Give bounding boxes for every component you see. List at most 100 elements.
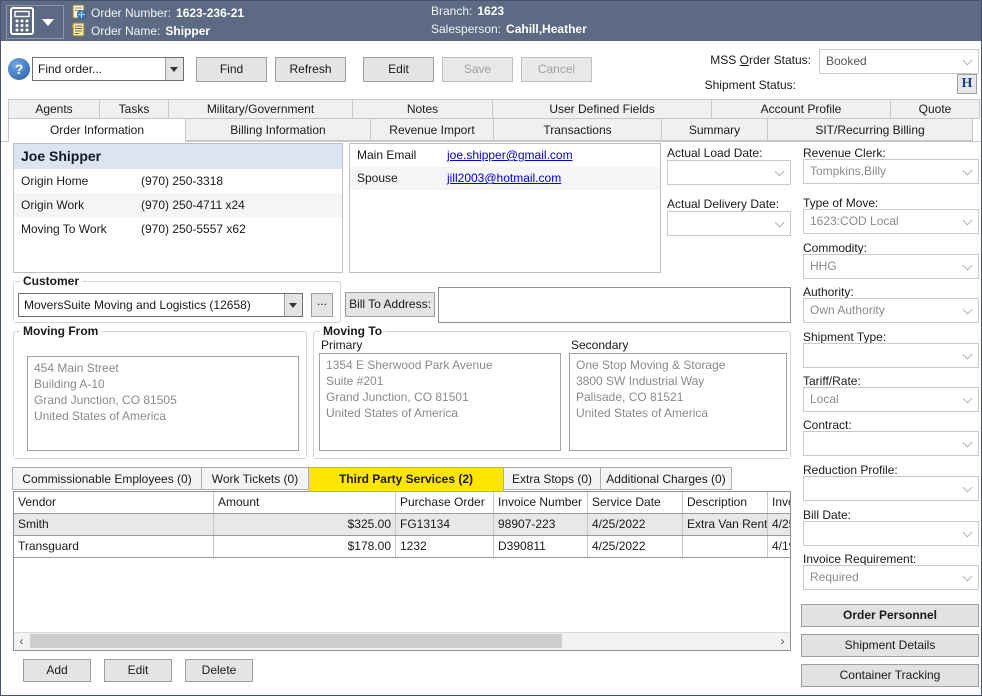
tab-agents[interactable]: Agents — [8, 99, 100, 119]
cell-amount: $178.00 — [214, 536, 396, 557]
cell-service-date: 4/25/2022 — [588, 514, 683, 535]
customer-legend: Customer — [20, 274, 82, 288]
tab-additional-charges[interactable]: Additional Charges (0) — [600, 467, 732, 490]
chevron-down-icon — [963, 483, 973, 493]
column-header-vendor[interactable]: Vendor — [14, 492, 214, 513]
detail-tab-strip: Commissionable Employees (0) Work Ticket… — [13, 467, 732, 492]
order-name-icon — [71, 22, 86, 40]
tab-quote[interactable]: Quote — [890, 99, 980, 119]
find-button[interactable]: Find — [196, 57, 267, 82]
address-line: Suite #201 — [326, 373, 554, 389]
order-personnel-button[interactable]: Order Personnel — [801, 604, 979, 627]
scrollbar-thumb[interactable] — [30, 634, 562, 648]
cell-vendor: Transguard — [14, 536, 214, 557]
shipment-status-history-button[interactable]: H — [957, 74, 977, 94]
shipment-details-button[interactable]: Shipment Details — [801, 634, 979, 657]
revenue-clerk-select[interactable]: Tompkins,Billy — [803, 159, 979, 184]
tab-tasks[interactable]: Tasks — [99, 99, 169, 119]
column-header-purchase-order[interactable]: Purchase Order — [396, 492, 494, 513]
commodity-select[interactable]: HHG — [803, 254, 979, 279]
email-link[interactable]: joe.shipper@gmail.com — [447, 144, 573, 167]
column-header-description[interactable]: Description — [683, 492, 768, 513]
tab-commissionable-employees[interactable]: Commissionable Employees (0) — [12, 467, 202, 490]
customer-combobox[interactable]: MoversSuite Moving and Logistics (12658) — [18, 293, 303, 317]
actual-delivery-date-select[interactable] — [667, 211, 791, 236]
moving-to-primary-address-box[interactable]: 1354 E Sherwood Park Avenue Suite #201 G… — [319, 353, 561, 451]
refresh-button[interactable]: Refresh — [275, 57, 346, 82]
cancel-button[interactable]: Cancel — [521, 57, 592, 82]
chevron-down-icon — [963, 261, 973, 271]
branch-label: Branch: — [431, 4, 472, 18]
invoice-requirement-label: Invoice Requirement: — [803, 552, 916, 566]
email-row: Main Email joe.shipper@gmail.com — [350, 144, 660, 167]
tab-summary[interactable]: Summary — [661, 118, 768, 141]
add-button[interactable]: Add — [23, 659, 91, 682]
delete-button[interactable]: Delete — [185, 659, 253, 682]
moving-from-address-box[interactable]: 454 Main Street Building A-10 Grand Junc… — [27, 356, 299, 451]
app-menu-button[interactable] — [6, 5, 64, 39]
tab-military-government[interactable]: Military/Government — [168, 99, 353, 119]
customer-value: MoversSuite Moving and Logistics (12658) — [24, 294, 251, 316]
tab-user-defined-fields[interactable]: User Defined Fields — [492, 99, 712, 119]
customer-more-button[interactable]: ... — [311, 293, 333, 317]
tab-account-profile[interactable]: Account Profile — [711, 99, 891, 119]
mss-order-status-select[interactable]: Booked — [819, 49, 979, 74]
scroll-left-icon[interactable]: ‹ — [14, 633, 29, 649]
tab-sit-recurring-billing[interactable]: SIT/Recurring Billing — [767, 118, 973, 141]
bill-to-address-box[interactable] — [438, 287, 791, 323]
tariff-rate-select[interactable]: Local — [803, 387, 979, 412]
column-header-invoice-date[interactable]: Invoice Date — [768, 492, 791, 513]
scroll-right-icon[interactable]: › — [775, 633, 790, 649]
column-header-service-date[interactable]: Service Date — [588, 492, 683, 513]
help-icon[interactable]: ? — [8, 58, 30, 80]
edit-row-button[interactable]: Edit — [104, 659, 172, 682]
customer-dropdown-arrow-icon[interactable] — [284, 294, 302, 316]
invoice-requirement-value: Required — [810, 570, 859, 584]
authority-select[interactable]: Own Authority — [803, 298, 979, 323]
phone-row: Moving To Work (970) 250-5557 x62 — [14, 217, 342, 241]
bill-date-select[interactable] — [803, 521, 979, 546]
actual-load-date-select[interactable] — [667, 160, 791, 185]
column-header-invoice-number[interactable]: Invoice Number — [494, 492, 588, 513]
commodity-value: HHG — [810, 259, 837, 273]
address-line: Palisade, CO 81521 — [576, 389, 780, 405]
table-row[interactable]: Transguard $178.00 1232 D390811 4/25/202… — [14, 536, 791, 558]
calculator-icon — [7, 7, 36, 38]
save-button[interactable]: Save — [442, 57, 513, 82]
tab-transactions[interactable]: Transactions — [493, 118, 662, 141]
contract-select[interactable] — [803, 431, 979, 456]
shipment-type-select[interactable] — [803, 343, 979, 368]
tab-notes[interactable]: Notes — [352, 99, 493, 119]
contact-panel: Joe Shipper Origin Home (970) 250-3318 O… — [13, 143, 343, 273]
type-of-move-select[interactable]: 1623:COD Local — [803, 209, 979, 234]
edit-button[interactable]: Edit — [363, 57, 434, 82]
invoice-requirement-select[interactable]: Required — [803, 565, 979, 590]
container-tracking-button[interactable]: Container Tracking — [801, 664, 979, 687]
email-link[interactable]: jill2003@hotmail.com — [447, 167, 561, 190]
address-line: Grand Junction, CO 81505 — [34, 392, 292, 408]
actual-load-date-label: Actual Load Date: — [667, 146, 762, 160]
tab-order-information[interactable]: Order Information — [8, 118, 186, 142]
cell-invoice-number: 98907-223 — [494, 514, 588, 535]
column-header-amount[interactable]: Amount — [214, 492, 396, 513]
tab-billing-information[interactable]: Billing Information — [185, 118, 371, 141]
cell-description — [683, 536, 768, 557]
tab-extra-stops[interactable]: Extra Stops (0) — [503, 467, 601, 490]
horizontal-scrollbar[interactable]: ‹ › — [14, 632, 790, 650]
chevron-down-icon — [963, 56, 973, 66]
table-row[interactable]: Smith $325.00 FG13134 98907-223 4/25/202… — [14, 514, 791, 536]
tab-third-party-services[interactable]: Third Party Services (2) — [308, 467, 504, 492]
tab-work-tickets[interactable]: Work Tickets (0) — [201, 467, 309, 490]
moving-to-secondary-address-box[interactable]: One Stop Moving & Storage 3800 SW Indust… — [569, 353, 787, 451]
phone-row: Origin Work (970) 250-4711 x24 — [14, 193, 342, 217]
actual-delivery-date-label: Actual Delivery Date: — [667, 197, 779, 211]
tab-revenue-import[interactable]: Revenue Import — [370, 118, 494, 141]
bill-to-address-button[interactable]: Bill To Address: — [345, 292, 435, 317]
find-order-dropdown-arrow-icon[interactable] — [165, 58, 183, 80]
address-line: United States of America — [576, 405, 780, 421]
reduction-profile-select[interactable] — [803, 476, 979, 501]
order-name-value: Shipper — [165, 24, 210, 38]
lower-tab-strip: Order Information Billing Information Re… — [9, 118, 973, 142]
chevron-down-icon — [963, 438, 973, 448]
find-order-combobox[interactable]: Find order... — [32, 57, 184, 81]
